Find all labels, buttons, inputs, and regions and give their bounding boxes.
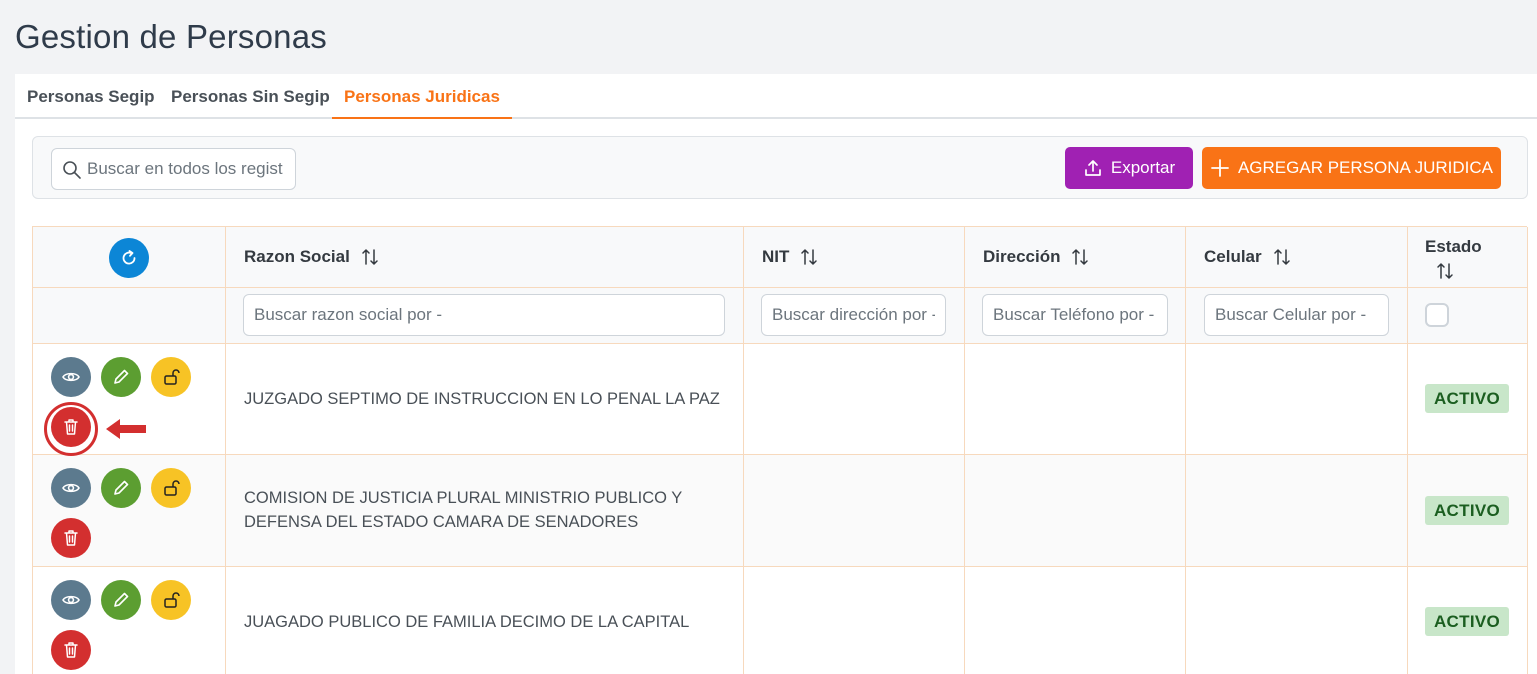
trash-icon bbox=[64, 530, 78, 546]
view-button[interactable] bbox=[51, 468, 91, 508]
edit-button[interactable] bbox=[101, 468, 141, 508]
tab-personas-segip[interactable]: Personas Segip bbox=[15, 74, 167, 119]
main-card: Personas Segip Personas Sin Segip Person… bbox=[15, 74, 1537, 674]
status-badge: ACTIVO bbox=[1425, 607, 1509, 636]
tab-personas-juridicas[interactable]: Personas Juridicas bbox=[332, 74, 512, 119]
global-search[interactable] bbox=[51, 148, 296, 190]
header-razon-social-label: Razon Social bbox=[244, 247, 350, 266]
sort-icon[interactable] bbox=[360, 247, 380, 267]
filter-celular-input[interactable] bbox=[1204, 294, 1389, 336]
sort-icon[interactable] bbox=[1070, 247, 1090, 267]
pencil-icon bbox=[114, 592, 129, 607]
personas-juridicas-table: Razon Social NIT Dirección Celular Estad… bbox=[32, 226, 1528, 674]
unlock-icon bbox=[164, 369, 180, 385]
header-celular[interactable]: Celular bbox=[1204, 247, 1292, 267]
add-button-label: AGREGAR PERSONA JURIDICA bbox=[1237, 158, 1494, 177]
status-badge: ACTIVO bbox=[1425, 496, 1509, 525]
filter-nit-input[interactable] bbox=[761, 294, 946, 336]
upload-icon bbox=[1085, 160, 1101, 176]
unlock-icon bbox=[164, 592, 180, 608]
edit-button[interactable] bbox=[101, 580, 141, 620]
plus-icon bbox=[1211, 159, 1229, 177]
pencil-icon bbox=[114, 480, 129, 495]
filter-estado-checkbox[interactable] bbox=[1425, 303, 1449, 327]
header-estado[interactable]: Estado bbox=[1425, 237, 1482, 281]
arrow-left-icon bbox=[106, 419, 146, 439]
delete-button[interactable] bbox=[51, 518, 91, 558]
eye-icon bbox=[62, 483, 80, 493]
filter-razon-social-input[interactable] bbox=[243, 294, 725, 336]
view-button[interactable] bbox=[51, 580, 91, 620]
col-divider bbox=[743, 227, 744, 674]
refresh-button[interactable] bbox=[109, 238, 149, 278]
highlight-circle bbox=[44, 402, 98, 456]
tab-personas-sin-segip[interactable]: Personas Sin Segip bbox=[159, 74, 342, 119]
header-nit[interactable]: NIT bbox=[762, 247, 819, 267]
header-direccion[interactable]: Dirección bbox=[983, 247, 1090, 267]
sort-icon[interactable] bbox=[799, 247, 819, 267]
export-button[interactable]: Exportar bbox=[1065, 147, 1193, 189]
row-divider bbox=[33, 343, 1528, 344]
status-badge: ACTIVO bbox=[1425, 384, 1509, 413]
export-button-label: Exportar bbox=[1110, 158, 1176, 177]
row-divider bbox=[33, 454, 1528, 455]
eye-icon bbox=[62, 372, 80, 382]
refresh-icon bbox=[122, 250, 136, 265]
pencil-icon bbox=[114, 369, 129, 384]
row-divider bbox=[33, 566, 1528, 567]
unlock-button[interactable] bbox=[151, 580, 191, 620]
unlock-icon bbox=[164, 480, 180, 496]
sort-icon[interactable] bbox=[1435, 261, 1455, 281]
edit-button[interactable] bbox=[101, 357, 141, 397]
toolbar: Exportar AGREGAR PERSONA JURIDICA bbox=[32, 136, 1528, 199]
col-divider bbox=[225, 227, 226, 674]
tab-bar: Personas Segip Personas Sin Segip Person… bbox=[15, 74, 1537, 119]
header-nit-label: NIT bbox=[762, 247, 790, 266]
col-divider bbox=[1185, 227, 1186, 674]
col-divider bbox=[964, 227, 965, 674]
cell-razon-social: JUZGADO SEPTIMO DE INSTRUCCION EN LO PEN… bbox=[244, 390, 720, 408]
trash-icon bbox=[64, 642, 78, 658]
row-divider bbox=[33, 287, 1528, 288]
col-divider bbox=[1407, 227, 1408, 674]
unlock-button[interactable] bbox=[151, 357, 191, 397]
cell-razon-social: COMISION DE JUSTICIA PLURAL MINISTRIO PU… bbox=[244, 489, 682, 531]
header-direccion-label: Dirección bbox=[983, 247, 1061, 266]
view-button[interactable] bbox=[51, 357, 91, 397]
eye-icon bbox=[62, 595, 80, 605]
cell-razon-social: JUAGADO PUBLICO DE FAMILIA DECIMO DE LA … bbox=[244, 613, 690, 631]
filter-direccion-input[interactable] bbox=[982, 294, 1168, 336]
col-divider bbox=[1527, 227, 1528, 674]
page-title: Gestion de Personas bbox=[15, 18, 327, 55]
header-estado-label: Estado bbox=[1425, 237, 1482, 256]
header-celular-label: Celular bbox=[1204, 247, 1262, 266]
sort-icon[interactable] bbox=[1272, 247, 1292, 267]
search-icon bbox=[63, 161, 81, 179]
delete-button[interactable] bbox=[51, 630, 91, 670]
global-search-input[interactable] bbox=[87, 149, 287, 189]
add-persona-juridica-button[interactable]: AGREGAR PERSONA JURIDICA bbox=[1202, 147, 1501, 189]
header-razon-social[interactable]: Razon Social bbox=[244, 247, 380, 267]
unlock-button[interactable] bbox=[151, 468, 191, 508]
